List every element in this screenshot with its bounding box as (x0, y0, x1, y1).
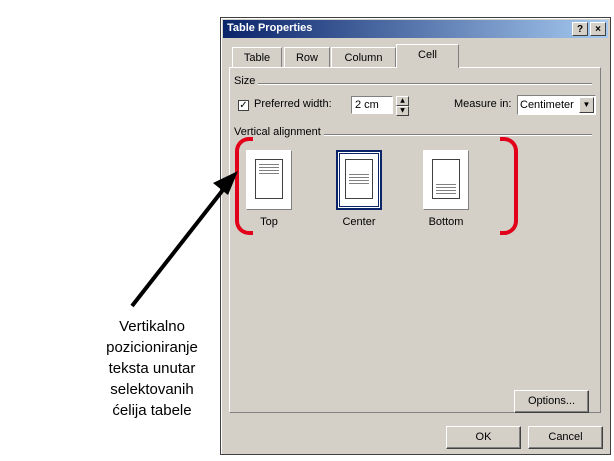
caption-line: ćelija tabele (112, 402, 192, 419)
caption-line: pozicioniranje (106, 339, 198, 356)
arrow-head-icon (213, 171, 238, 195)
tab-cell[interactable]: Cell (396, 44, 459, 68)
caption-line: selektovanih (110, 381, 194, 398)
annotation-caption: Vertikalno pozicioniranje teksta unutar … (96, 316, 208, 421)
caption-line: Vertikalno (119, 318, 185, 335)
caption-line: teksta unutar (108, 360, 196, 377)
annotation-arrow (130, 171, 238, 308)
arrow-shaft (130, 184, 228, 308)
